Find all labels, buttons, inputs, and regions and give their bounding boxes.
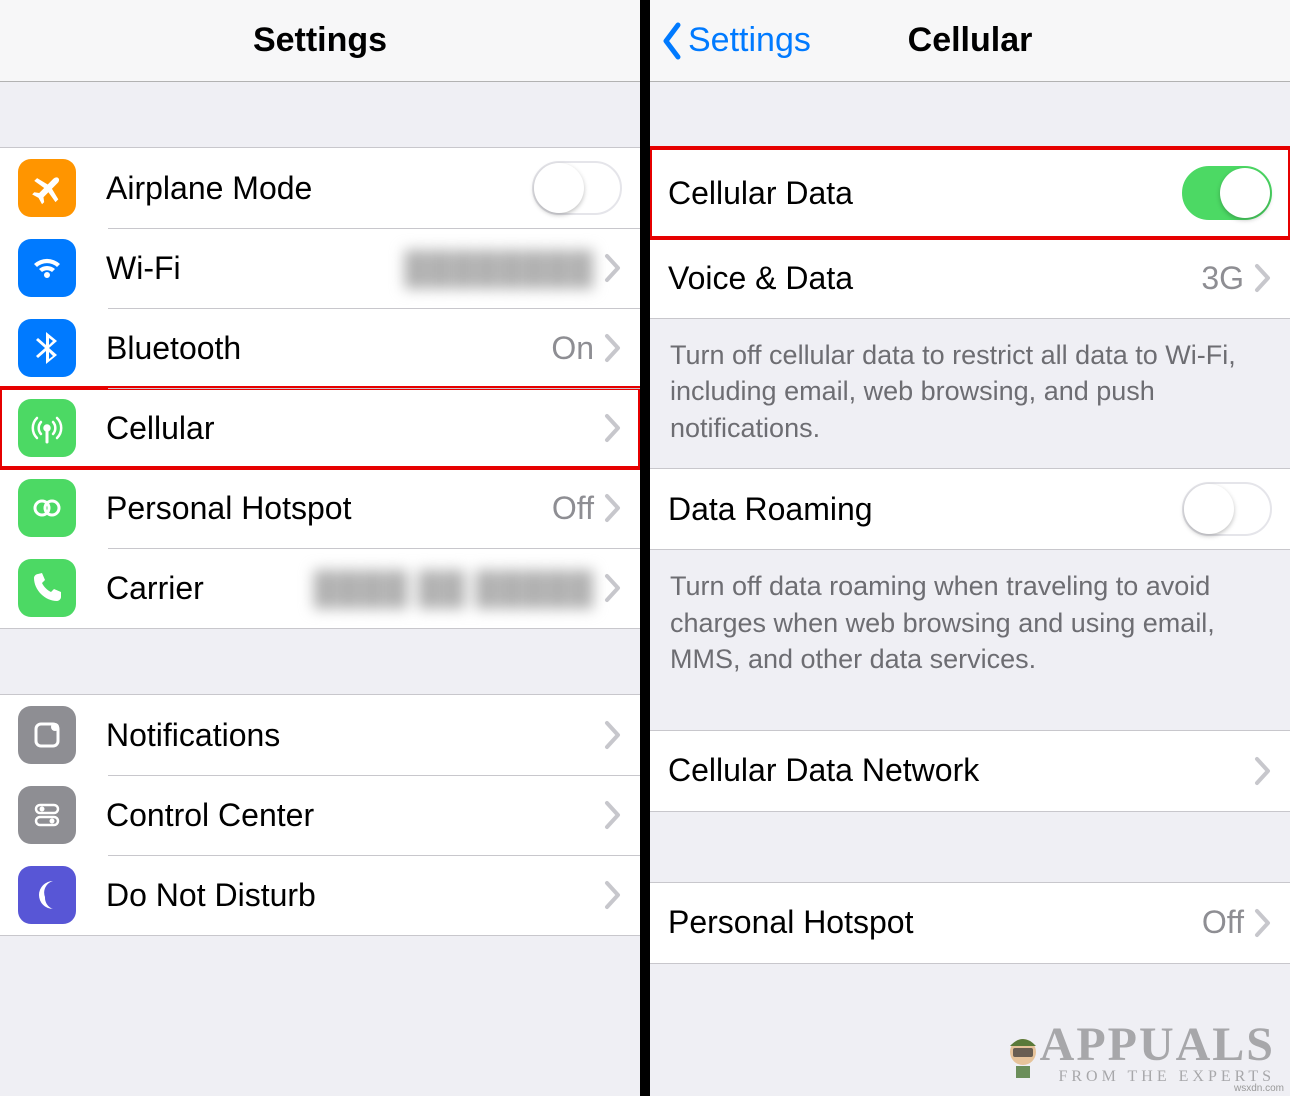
group-footer: Turn off cellular data to restrict all d… bbox=[650, 319, 1290, 468]
settings-pane: Settings Airplane Mode Wi-Fi ████████ bbox=[0, 0, 645, 1096]
settings-group-2: Notifications Control Center Do Not Dist… bbox=[0, 694, 640, 936]
chevron-right-icon bbox=[604, 573, 622, 603]
cellular-group-3: Cellular Data Network bbox=[650, 730, 1290, 812]
phone-icon bbox=[18, 559, 76, 617]
airplane-icon bbox=[18, 159, 76, 217]
chevron-right-icon bbox=[604, 880, 622, 910]
row-notifications[interactable]: Notifications bbox=[0, 695, 640, 775]
row-label: Do Not Disturb bbox=[106, 877, 316, 914]
chevron-right-icon bbox=[604, 800, 622, 830]
row-data-roaming[interactable]: Data Roaming bbox=[650, 469, 1290, 549]
row-label: Personal Hotspot bbox=[106, 490, 351, 527]
source-label: wsxdn.com bbox=[1234, 1083, 1284, 1094]
chevron-right-icon bbox=[604, 333, 622, 363]
chevron-right-icon bbox=[1254, 756, 1272, 786]
row-personal-hotspot[interactable]: Personal Hotspot Off bbox=[0, 468, 640, 548]
carrier-value: ████ ██ █████ bbox=[314, 570, 594, 607]
row-carrier[interactable]: Carrier ████ ██ █████ bbox=[0, 548, 640, 628]
cellular-group-1: Cellular Data Voice & Data 3G bbox=[650, 147, 1290, 319]
settings-group-1: Airplane Mode Wi-Fi ████████ Bluetooth bbox=[0, 147, 640, 629]
navbar-left: Settings bbox=[0, 0, 640, 82]
row-voice-data[interactable]: Voice & Data 3G bbox=[650, 238, 1290, 318]
row-label: Cellular Data bbox=[668, 175, 853, 212]
wifi-value: ████████ bbox=[405, 250, 594, 287]
row-airplane-mode[interactable]: Airplane Mode bbox=[0, 148, 640, 228]
row-wifi[interactable]: Wi-Fi ████████ bbox=[0, 228, 640, 308]
back-button[interactable]: Settings bbox=[660, 0, 811, 81]
page-title: Cellular bbox=[908, 21, 1033, 60]
control-center-icon bbox=[18, 786, 76, 844]
chevron-right-icon bbox=[604, 493, 622, 523]
wifi-icon bbox=[18, 239, 76, 297]
row-label: Voice & Data bbox=[668, 260, 853, 297]
row-label: Wi-Fi bbox=[106, 250, 181, 287]
row-label: Control Center bbox=[106, 797, 314, 834]
row-label: Cellular Data Network bbox=[668, 752, 979, 789]
group-footer: Turn off data roaming when traveling to … bbox=[650, 550, 1290, 699]
row-label: Data Roaming bbox=[668, 491, 873, 528]
chevron-right-icon bbox=[604, 413, 622, 443]
row-cellular-data-network[interactable]: Cellular Data Network bbox=[650, 731, 1290, 811]
notifications-icon bbox=[18, 706, 76, 764]
data-roaming-toggle[interactable] bbox=[1182, 482, 1272, 536]
row-cellular[interactable]: Cellular bbox=[0, 388, 640, 468]
chevron-right-icon bbox=[604, 720, 622, 750]
row-label: Bluetooth bbox=[106, 330, 241, 367]
hotspot-value: Off bbox=[1202, 904, 1244, 941]
page-title: Settings bbox=[253, 21, 387, 60]
chevron-right-icon bbox=[604, 253, 622, 283]
cellular-group-2: Data Roaming bbox=[650, 468, 1290, 550]
cellular-data-toggle[interactable] bbox=[1182, 166, 1272, 220]
row-control-center[interactable]: Control Center bbox=[0, 775, 640, 855]
cellular-group-4: Personal Hotspot Off bbox=[650, 882, 1290, 964]
cellular-icon bbox=[18, 399, 76, 457]
airplane-toggle[interactable] bbox=[532, 161, 622, 215]
row-label: Carrier bbox=[106, 570, 204, 607]
chevron-right-icon bbox=[1254, 908, 1272, 938]
hotspot-icon bbox=[18, 479, 76, 537]
row-cellular-data[interactable]: Cellular Data bbox=[650, 148, 1290, 238]
chevron-right-icon bbox=[1254, 263, 1272, 293]
row-bluetooth[interactable]: Bluetooth On bbox=[0, 308, 640, 388]
row-personal-hotspot[interactable]: Personal Hotspot Off bbox=[650, 883, 1290, 963]
navbar-right: Settings Cellular bbox=[650, 0, 1290, 82]
moon-icon bbox=[18, 866, 76, 924]
hotspot-value: Off bbox=[552, 490, 594, 527]
back-label: Settings bbox=[688, 21, 811, 60]
row-label: Notifications bbox=[106, 717, 280, 754]
row-do-not-disturb[interactable]: Do Not Disturb bbox=[0, 855, 640, 935]
bluetooth-value: On bbox=[551, 330, 594, 367]
row-label: Personal Hotspot bbox=[668, 904, 913, 941]
voice-data-value: 3G bbox=[1201, 260, 1244, 297]
row-label: Cellular bbox=[106, 410, 214, 447]
row-label: Airplane Mode bbox=[106, 170, 312, 207]
cellular-pane: Settings Cellular Cellular Data Voice & … bbox=[645, 0, 1290, 1096]
bluetooth-icon bbox=[18, 319, 76, 377]
